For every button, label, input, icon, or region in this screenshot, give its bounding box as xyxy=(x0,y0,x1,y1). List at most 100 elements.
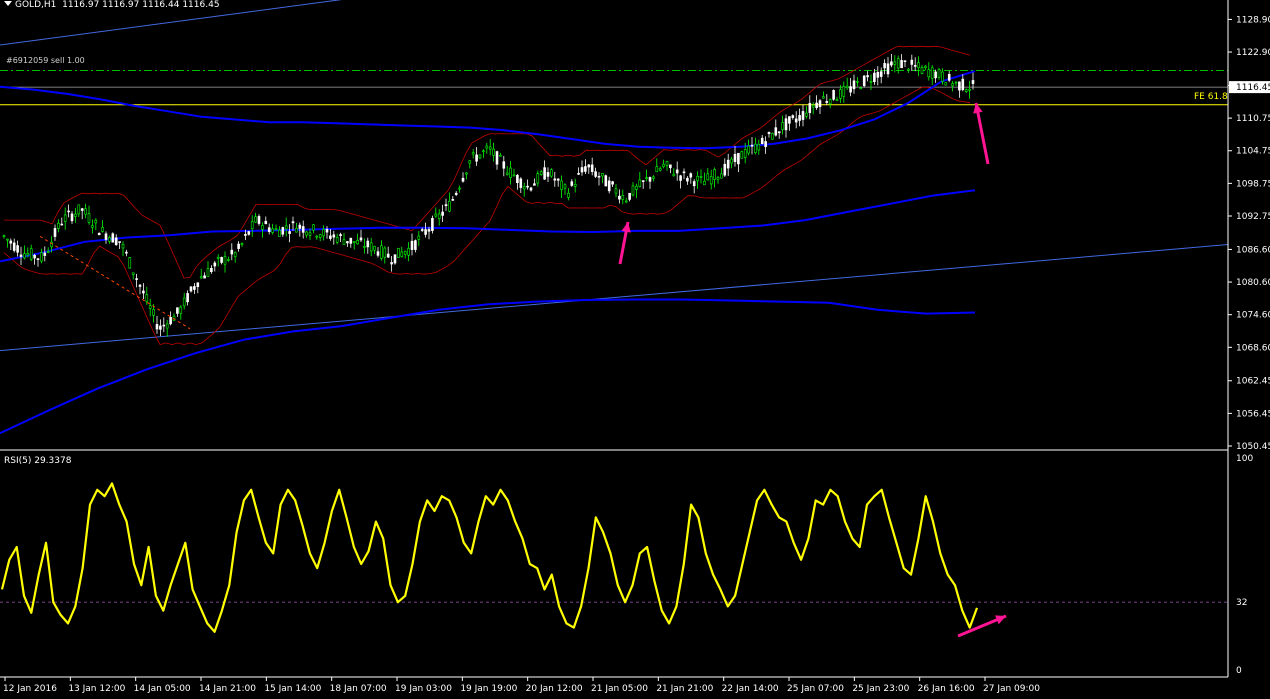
candle-body xyxy=(628,192,631,200)
candle-body xyxy=(203,275,206,279)
candle-body xyxy=(618,195,621,200)
candle-body xyxy=(607,180,611,192)
price-tick-label: 1122.90 xyxy=(1236,48,1270,58)
candle-body xyxy=(750,144,754,147)
candle-body xyxy=(573,184,577,187)
candle-body xyxy=(754,143,757,153)
candle-body xyxy=(264,220,268,225)
candle-body xyxy=(417,235,421,240)
candle-body xyxy=(386,253,390,258)
candle-body xyxy=(60,223,64,226)
candle-body xyxy=(706,173,710,181)
candle-body xyxy=(295,227,298,233)
time-tick-label: 21 Jan 05:00 xyxy=(591,684,648,694)
price-tick-label: 1110.75 xyxy=(1236,114,1270,124)
price-tick-label: 1086.60 xyxy=(1236,245,1270,255)
candle-body xyxy=(747,145,750,154)
candle-body xyxy=(131,272,135,275)
candle-body xyxy=(291,221,295,224)
symbol-label: GOLD,H1 xyxy=(15,0,57,10)
time-tick-label: 25 Jan 07:00 xyxy=(787,684,844,694)
candle-body xyxy=(142,290,145,294)
time-tick-label: 27 Jan 09:00 xyxy=(983,684,1040,694)
candle-body xyxy=(267,227,271,232)
candle-body xyxy=(29,248,33,260)
candle-body xyxy=(36,258,40,261)
candle-body xyxy=(526,185,529,188)
candle-body xyxy=(373,246,376,251)
candle-body xyxy=(638,179,642,187)
time-tick-label: 20 Jan 12:00 xyxy=(526,684,583,694)
candle-body xyxy=(288,231,291,234)
candle-body xyxy=(482,150,485,153)
candle-body xyxy=(448,201,451,212)
candle-body xyxy=(210,268,213,272)
candle-body xyxy=(546,172,550,177)
candle-body xyxy=(805,112,808,117)
candle-body xyxy=(961,78,965,91)
candle-body xyxy=(475,154,478,162)
bollinger-upper xyxy=(4,45,971,279)
candle-body xyxy=(369,242,373,252)
chevron-down-icon[interactable] xyxy=(4,1,12,6)
candle-body xyxy=(458,187,461,190)
candle-body xyxy=(937,69,941,78)
candle-body xyxy=(383,247,387,258)
candle-body xyxy=(849,86,852,93)
price-tick-label: 1092.75 xyxy=(1236,212,1270,222)
order-label: #6912059 sell 1.00 xyxy=(6,56,85,65)
candle-body xyxy=(560,180,563,190)
fe-level-label: FE 61.8 xyxy=(1194,92,1228,102)
candle-body xyxy=(227,259,230,261)
candle-body xyxy=(352,241,356,244)
candle-body xyxy=(23,253,26,259)
candle-body xyxy=(298,224,302,229)
candle-body xyxy=(216,257,220,259)
ohlc-label: 1116.97 1116.97 1116.44 1116.45 xyxy=(62,0,220,10)
candle-body xyxy=(165,323,169,329)
time-tick-label: 18 Jan 07:00 xyxy=(330,684,387,694)
candle-body xyxy=(964,89,968,92)
candle-body xyxy=(655,166,659,173)
candle-body xyxy=(169,317,172,325)
price-tick-label: 1080.60 xyxy=(1236,278,1270,288)
candle-body xyxy=(301,226,305,233)
candle-body xyxy=(33,254,36,259)
candle-body xyxy=(478,154,482,159)
candle-body xyxy=(529,187,533,191)
candle-body xyxy=(424,229,427,235)
candle-body xyxy=(349,237,353,244)
time-tick-label: 19 Jan 03:00 xyxy=(395,684,452,694)
candle-body xyxy=(485,145,489,149)
candle-body xyxy=(46,250,50,253)
candle-body xyxy=(822,96,825,99)
candle-body xyxy=(689,173,693,178)
arrow-icon-head xyxy=(621,222,631,233)
candle-body xyxy=(94,219,98,224)
candle-body xyxy=(213,262,217,267)
candle-body xyxy=(934,71,937,79)
candle-body xyxy=(437,213,441,219)
candle-body xyxy=(77,204,81,215)
rsi-chart xyxy=(0,482,1228,638)
candle-body xyxy=(947,73,951,81)
candle-body xyxy=(703,180,706,186)
price-tick-label: 1068.60 xyxy=(1236,343,1270,353)
candle-body xyxy=(356,240,359,245)
candle-body xyxy=(699,176,703,178)
candle-body xyxy=(740,151,744,159)
time-tick-label: 21 Jan 21:00 xyxy=(656,684,713,694)
fib-dashed-line xyxy=(39,235,191,330)
time-tick-label: 25 Jan 23:00 xyxy=(852,684,909,694)
candle-body xyxy=(737,152,740,165)
candle-body xyxy=(845,85,849,89)
candle-body xyxy=(577,173,580,175)
candle-body xyxy=(199,276,203,279)
candle-body xyxy=(465,172,468,175)
candle-body xyxy=(709,176,713,185)
candle-body xyxy=(522,186,526,190)
candle-body xyxy=(730,158,733,164)
candle-body xyxy=(128,257,132,269)
candle-body xyxy=(533,183,536,186)
candle-body xyxy=(40,252,43,262)
